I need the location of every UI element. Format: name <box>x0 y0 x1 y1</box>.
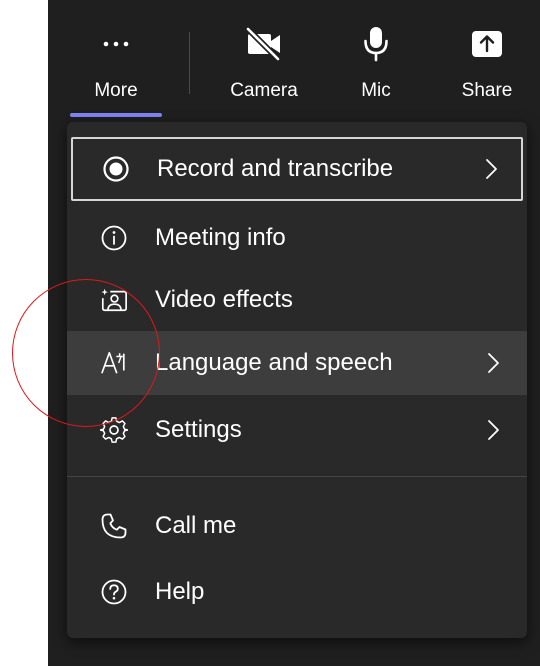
phone-icon <box>100 512 128 540</box>
share-screen-icon <box>467 24 507 64</box>
gear-icon <box>100 416 128 444</box>
menu-item-label: Help <box>155 578 205 605</box>
menu-separator <box>67 476 527 477</box>
mic-button[interactable]: Mic <box>338 0 414 112</box>
more-button[interactable]: More <box>68 0 164 112</box>
active-tab-indicator <box>70 113 162 117</box>
record-icon <box>102 155 130 183</box>
share-label: Share <box>461 80 513 101</box>
menu-item-video-effects[interactable]: Video effects <box>67 268 527 332</box>
menu-item-label: Settings <box>155 416 242 443</box>
more-actions-menu: Record and transcribe Meeting info Video… <box>67 122 527 638</box>
menu-item-label: Call me <box>155 512 237 539</box>
share-button[interactable]: Share <box>448 0 526 112</box>
more-label: More <box>94 80 138 101</box>
help-icon <box>100 578 128 606</box>
chevron-right-icon <box>483 157 499 181</box>
menu-item-label: Record and transcribe <box>157 155 394 182</box>
menu-item-label: Meeting info <box>155 224 286 251</box>
camera-button[interactable]: Camera <box>216 0 312 112</box>
menu-item-settings[interactable]: Settings <box>67 398 527 462</box>
chevron-right-icon <box>485 418 501 442</box>
menu-item-language-and-speech[interactable]: Language and speech <box>67 331 527 395</box>
menu-item-meeting-info[interactable]: Meeting info <box>67 206 527 270</box>
menu-item-call-me[interactable]: Call me <box>67 494 527 558</box>
meeting-window: More Camera Mic Share Record and transcr… <box>48 0 540 666</box>
mic-label: Mic <box>361 80 391 101</box>
language-icon <box>100 349 128 377</box>
camera-label: Camera <box>230 80 298 101</box>
camera-off-icon <box>244 24 284 64</box>
chevron-right-icon <box>485 351 501 375</box>
toolbar-divider <box>189 32 190 94</box>
more-icon <box>96 24 136 64</box>
menu-item-label: Language and speech <box>155 349 393 376</box>
menu-item-record-and-transcribe[interactable]: Record and transcribe <box>71 137 523 201</box>
meeting-toolbar: More Camera Mic Share <box>48 0 540 120</box>
microphone-icon <box>356 24 396 64</box>
info-icon <box>100 224 128 252</box>
video-effects-icon <box>100 286 128 314</box>
menu-item-label: Video effects <box>155 286 293 313</box>
menu-item-help[interactable]: Help <box>67 560 527 624</box>
